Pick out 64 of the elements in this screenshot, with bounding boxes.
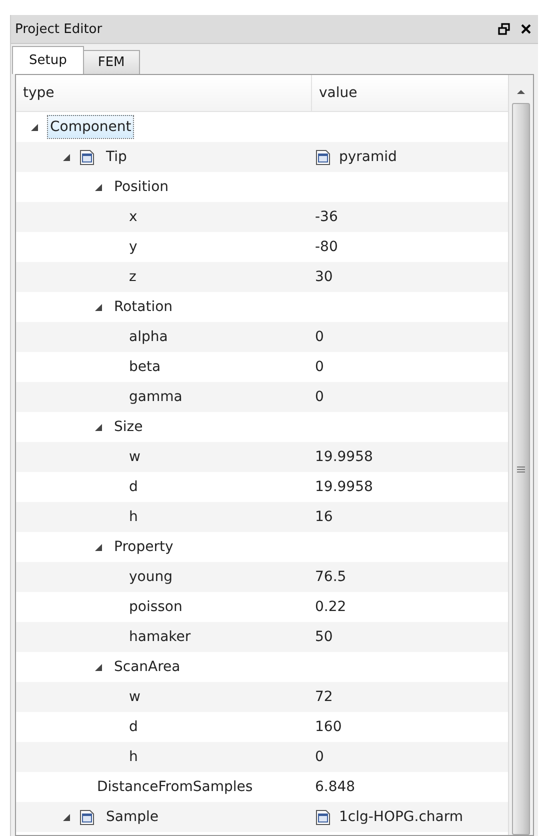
value-cell: 0: [315, 359, 324, 375]
value-cell: 76.5: [315, 569, 346, 585]
tree-item[interactable]: Tip: [103, 145, 130, 169]
tree-item[interactable]: Property: [111, 535, 176, 559]
tree-item[interactable]: poisson: [126, 595, 186, 619]
value-cell: 160: [315, 719, 342, 735]
value-cell: pyramid: [339, 149, 397, 165]
column-header[interactable]: type: [16, 75, 312, 111]
column-header[interactable]: value: [312, 75, 508, 111]
expand-arrow-icon[interactable]: [62, 152, 71, 162]
expand-arrow-icon[interactable]: [94, 302, 103, 312]
value-cell: -36: [315, 209, 338, 225]
tree-item[interactable]: d: [126, 475, 141, 499]
value-cell: 0: [315, 329, 324, 345]
value-cell: 19.9958: [315, 449, 373, 465]
tree-item[interactable]: hamaker: [126, 625, 194, 649]
expand-arrow-icon[interactable]: [62, 812, 71, 822]
value-cell: 30: [315, 269, 333, 285]
scroll-up-icon[interactable]: [516, 89, 526, 95]
value-cell: 16: [315, 509, 333, 525]
tree-item[interactable]: alpha: [126, 325, 171, 349]
scrollbar-thumb[interactable]: [512, 103, 530, 835]
tree-item[interactable]: w: [126, 685, 144, 709]
value-cell: 50: [315, 629, 333, 645]
tree-item[interactable]: d: [126, 715, 141, 739]
value-cell: 1clg-HOPG.charm: [339, 809, 464, 825]
restore-icon[interactable]: [498, 23, 510, 35]
tree-item[interactable]: h: [126, 745, 141, 769]
tree-item[interactable]: y: [126, 235, 140, 259]
value-cell: 72: [315, 689, 333, 705]
tab[interactable]: Setup: [12, 46, 84, 74]
tree-item[interactable]: x: [126, 205, 140, 229]
tree-item[interactable]: gamma: [126, 385, 186, 409]
grip-icon: [517, 466, 525, 472]
value-cell: 19.9958: [315, 479, 373, 495]
tree-item[interactable]: w: [126, 445, 144, 469]
tree-item[interactable]: DistanceFromSamples: [94, 775, 256, 799]
value-cell: -80: [315, 239, 338, 255]
value-cell: 6.848: [315, 779, 356, 795]
value-cell: 0: [315, 749, 324, 765]
document-icon: [79, 148, 95, 166]
expand-arrow-icon[interactable]: [94, 662, 103, 672]
document-icon: [79, 808, 95, 826]
tree-item[interactable]: Rotation: [111, 295, 176, 319]
window-title: Project Editor: [15, 22, 104, 36]
expand-arrow-icon[interactable]: [94, 182, 103, 192]
value-cell: 0: [315, 389, 324, 405]
tree-item[interactable]: h: [126, 505, 141, 529]
tree-item[interactable]: Size: [111, 415, 146, 439]
document-icon: [315, 808, 331, 826]
expand-arrow-icon[interactable]: [94, 542, 103, 552]
tree-item[interactable]: z: [126, 265, 140, 289]
tree-item[interactable]: beta: [126, 355, 164, 379]
tree-item[interactable]: Sample: [103, 805, 162, 829]
expand-arrow-icon[interactable]: [30, 122, 39, 132]
tree-item[interactable]: ScanArea: [111, 655, 184, 679]
tree-item[interactable]: young: [126, 565, 176, 589]
tab[interactable]: FEM: [82, 50, 140, 74]
value-cell: 0.22: [315, 599, 346, 615]
document-icon: [315, 148, 331, 166]
close-icon[interactable]: [520, 23, 532, 35]
tree-item[interactable]: Component: [47, 115, 134, 139]
expand-arrow-icon[interactable]: [94, 422, 103, 432]
tree-item[interactable]: Position: [111, 175, 172, 199]
